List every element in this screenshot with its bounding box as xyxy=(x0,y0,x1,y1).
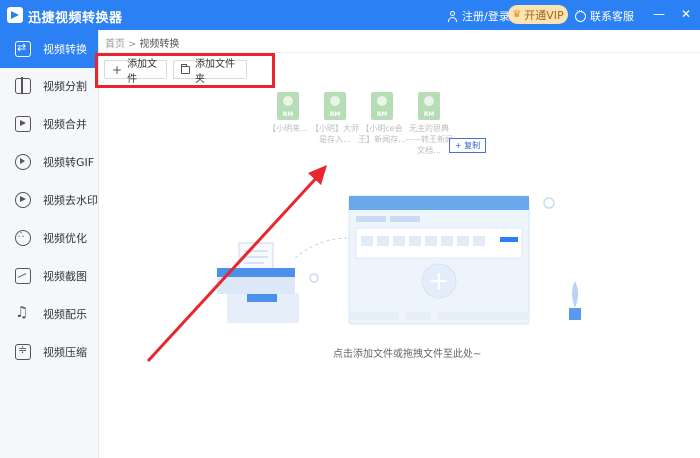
convert-icon xyxy=(15,41,31,57)
crown-icon: ♛ xyxy=(512,9,522,20)
screenshot-icon xyxy=(15,268,31,284)
vip-label: 开通VIP xyxy=(524,8,564,22)
sidebar-item-video-merge[interactable]: 视频合并 xyxy=(0,105,98,143)
decor-circle xyxy=(309,273,319,283)
sidebar-item-label: 视频分割 xyxy=(43,80,87,93)
sidebar-item-label: 视频去水印 xyxy=(43,194,98,207)
compress-icon xyxy=(15,343,31,360)
sidebar-item-label: 视频转GIF xyxy=(43,156,95,169)
minimize-icon[interactable]: — xyxy=(652,7,666,21)
window-illustration xyxy=(348,195,530,325)
login-label: 注册/登录 xyxy=(462,10,510,23)
music-icon xyxy=(15,303,31,322)
sidebar-item-label: 视频优化 xyxy=(43,232,87,245)
optimize-icon xyxy=(15,230,31,246)
sidebar-item-video-compress[interactable]: 视频压缩 xyxy=(0,333,98,371)
sidebar-item-label: 视频配乐 xyxy=(43,308,87,321)
breadcrumb-home[interactable]: 首页 xyxy=(105,39,125,50)
breadcrumb-current: 视频转换 xyxy=(139,39,180,50)
sidebar-item-video-music[interactable]: 视频配乐 xyxy=(0,295,98,333)
sidebar-item-label: 视频合并 xyxy=(43,118,87,131)
sidebar-item-label: 视频压缩 xyxy=(43,346,87,359)
plant-illustration xyxy=(569,281,581,320)
app-logo-icon xyxy=(7,7,23,23)
breadcrumb: 首页 > 视频转换 xyxy=(105,35,179,50)
watermark-icon xyxy=(15,192,31,208)
app-title: 迅捷视频转换器 xyxy=(28,11,123,26)
vip-button[interactable]: ♛ 开通VIP xyxy=(508,5,568,24)
sidebar-item-video-screenshot[interactable]: 视频截图 xyxy=(0,257,98,295)
merge-icon xyxy=(15,116,31,132)
sidebar: 视频转换 视频分割 视频合并 视频转GIF 视频去水印 视频优化 视频截图 视频… xyxy=(0,30,99,458)
sidebar-item-label: 视频转换 xyxy=(43,43,87,56)
annotation-arrow xyxy=(146,165,327,363)
breadcrumb-separator: > xyxy=(128,39,137,50)
decor-circle xyxy=(543,197,555,209)
sidebar-item-label: 视频截图 xyxy=(43,270,87,283)
sidebar-item-video-split[interactable]: 视频分割 xyxy=(0,67,98,105)
sidebar-item-remove-watermark[interactable]: 视频去水印 xyxy=(0,181,98,219)
empty-hint: 点击添加文件或拖拽文件至此处~ xyxy=(333,349,482,360)
customer-service-link[interactable]: 联系客服 xyxy=(575,7,634,24)
split-icon xyxy=(15,77,31,94)
drop-zone[interactable] xyxy=(99,53,700,458)
close-icon[interactable]: ✕ xyxy=(679,7,693,21)
chat-icon xyxy=(575,7,586,22)
gif-icon xyxy=(15,154,31,170)
title-bar: 迅捷视频转换器 注册/登录 ♛ 开通VIP 联系客服 — ✕ xyxy=(0,0,700,30)
user-icon xyxy=(447,10,458,22)
sidebar-item-video-convert[interactable]: 视频转换 xyxy=(0,30,98,68)
login-link[interactable]: 注册/登录 xyxy=(447,8,510,24)
box-illustration xyxy=(217,237,350,323)
sidebar-item-video-optimize[interactable]: 视频优化 xyxy=(0,219,98,257)
service-label: 联系客服 xyxy=(590,10,634,23)
sidebar-item-video-gif[interactable]: 视频转GIF xyxy=(0,143,98,181)
